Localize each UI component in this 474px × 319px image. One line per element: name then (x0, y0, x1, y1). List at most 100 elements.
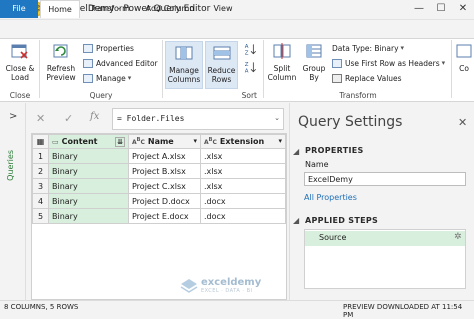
query-name-input[interactable]: ExcelDemy (304, 172, 466, 186)
accept-formula-icon[interactable]: ✓ (64, 112, 73, 125)
chevron-down-icon: ▾ (127, 74, 132, 82)
reduce-rows-icon (213, 46, 230, 60)
chevron-down-icon: ▾ (441, 59, 446, 67)
combine-icon (456, 44, 472, 58)
tab-home[interactable]: Home (40, 0, 80, 18)
formula-input[interactable]: = Folder.Files ⌄ (112, 108, 284, 130)
cell-name[interactable]: Project B.xlsx (128, 163, 201, 179)
table-row[interactable]: 3 Binary Project C.xlsx .xlsx (32, 178, 286, 194)
svg-text:Z: Z (245, 50, 249, 56)
use-first-row-headers-button[interactable]: Use First Row as Headers ▾ (332, 58, 445, 69)
cell-extension[interactable]: .xlsx (200, 163, 286, 179)
column-filter-icon[interactable]: ▾ (278, 137, 282, 145)
cell-name[interactable]: Project C.xlsx (128, 178, 201, 194)
table-row[interactable]: 5 Binary Project E.docx .docx (32, 208, 286, 224)
formula-text: = Folder.Files (117, 114, 185, 123)
combine-button[interactable]: Co (454, 42, 474, 73)
tab-view[interactable]: View (208, 0, 238, 18)
cell-content[interactable]: Binary (48, 163, 129, 179)
group-by-label: Group By (302, 64, 326, 82)
name-label: Name (305, 160, 329, 169)
cell-extension[interactable]: .docx (200, 208, 286, 224)
group-label-transform: Transform (339, 91, 377, 100)
sort-ascending-icon: AZ (245, 44, 256, 56)
advanced-editor-button[interactable]: Advanced Editor (83, 58, 158, 69)
sort-descending-button[interactable]: ZA (240, 60, 262, 76)
manage-button[interactable]: Manage ▾ (83, 73, 131, 84)
column-header-content[interactable]: ▭ Content ⇊ (48, 134, 129, 149)
cell-content[interactable]: Binary (48, 178, 129, 194)
table-header-row: ▦ ▭ Content ⇊ ABC Name ▾ ABC Extension ▾ (32, 134, 286, 149)
combine-label: Co (459, 64, 469, 73)
column-header-name[interactable]: ABC Name ▾ (128, 134, 201, 149)
group-separator (451, 40, 452, 98)
table-row[interactable]: 2 Binary Project B.xlsx .xlsx (32, 163, 286, 179)
cell-content[interactable]: Binary (48, 193, 129, 209)
table-select-all-icon[interactable]: ▦ (32, 134, 49, 149)
cell-name[interactable]: Project D.docx (128, 193, 201, 209)
tab-transform[interactable]: Transform (88, 0, 132, 18)
status-preview-time: PREVIEW DOWNLOADED AT 11:54 PM (343, 303, 463, 319)
group-by-button[interactable]: Group By (300, 42, 328, 82)
column-header-extension[interactable]: ABC Extension ▾ (200, 134, 286, 149)
manage-columns-icon (175, 46, 193, 60)
cell-content[interactable]: Binary (48, 208, 129, 224)
manage-columns-button[interactable]: Manage Columns (165, 41, 203, 89)
applied-steps-header: APPLIED STEPS (305, 216, 379, 225)
cell-extension[interactable]: .xlsx (200, 178, 286, 194)
all-properties-link[interactable]: All Properties (304, 193, 357, 202)
refresh-preview-label: Refresh Preview (46, 64, 76, 82)
cell-extension[interactable]: .xlsx (200, 148, 286, 164)
svg-text:A: A (245, 68, 249, 74)
group-label-close: Close (9, 91, 31, 100)
step-settings-gear-icon[interactable]: ✲ (454, 232, 462, 242)
group-label-sort: Sort (241, 91, 257, 100)
cancel-formula-icon[interactable]: ✕ (36, 112, 45, 125)
collapse-properties-icon[interactable]: ◢ (293, 147, 299, 156)
data-preview-grid: ▦ ▭ Content ⇊ ABC Name ▾ ABC Extension ▾ 1 Bina… (31, 133, 287, 300)
manage-columns-label: Manage Columns (167, 66, 201, 84)
column-filter-icon[interactable]: ▾ (193, 137, 197, 145)
close-pane-icon[interactable]: ✕ (458, 116, 467, 129)
group-separator (162, 40, 163, 98)
tab-add-column[interactable]: Add Column (140, 0, 200, 18)
replace-values-button[interactable]: Replace Values (332, 73, 402, 84)
table-row[interactable]: 1 Binary Project A.xlsx .xlsx (32, 148, 286, 164)
table-row[interactable]: 4 Binary Project D.docx .docx (32, 193, 286, 209)
expand-binary-icon[interactable]: ⇊ (115, 136, 125, 147)
refresh-preview-button[interactable]: Refresh Preview (42, 42, 80, 82)
queries-pane-collapsed[interactable] (0, 103, 26, 300)
fx-icon[interactable]: fx (90, 111, 99, 122)
chevron-down-icon[interactable]: ⌄ (274, 114, 280, 122)
minimize-icon[interactable]: — (408, 1, 430, 17)
exceldemy-watermark: exceldemy EXCEL · DATA · BI (180, 277, 290, 297)
collapse-steps-icon[interactable]: ◢ (293, 216, 299, 225)
exceldemy-logo-icon (180, 279, 198, 293)
binary-type-icon: ▭ (52, 137, 59, 146)
expand-queries-chevron-icon[interactable]: > (9, 111, 17, 122)
status-row-count: 8 COLUMNS, 5 ROWS (4, 303, 79, 311)
cell-name[interactable]: Project E.docx (128, 208, 201, 224)
cell-content[interactable]: Binary (48, 148, 129, 164)
properties-section-header: PROPERTIES (305, 146, 364, 155)
maximize-icon[interactable]: ☐ (430, 1, 452, 17)
properties-button[interactable]: Properties (83, 43, 134, 54)
sort-ascending-button[interactable]: AZ (240, 42, 262, 58)
advanced-editor-icon (83, 59, 93, 68)
step-source[interactable]: Source (305, 231, 465, 246)
close-load-icon (11, 44, 28, 59)
queries-pane-label: Queries (6, 150, 15, 181)
reduce-rows-label: Reduce Rows (207, 66, 236, 84)
text-type-icon: ABC (132, 137, 145, 146)
cell-extension[interactable]: .docx (200, 193, 286, 209)
close-window-icon[interactable]: ✕ (452, 1, 474, 17)
cell-name[interactable]: Project A.xlsx (128, 148, 201, 164)
watermark-brand: exceldemy (201, 277, 262, 288)
split-column-button[interactable]: Split Column (266, 42, 298, 82)
data-type-dropdown[interactable]: Data Type: Binary ▾ (332, 43, 404, 54)
group-separator (263, 40, 264, 98)
reduce-rows-button[interactable]: Reduce Rows (205, 41, 238, 89)
tab-file[interactable]: File (0, 0, 38, 18)
group-label-query: Query (89, 91, 113, 100)
close-load-button[interactable]: Close & Load (2, 42, 38, 82)
